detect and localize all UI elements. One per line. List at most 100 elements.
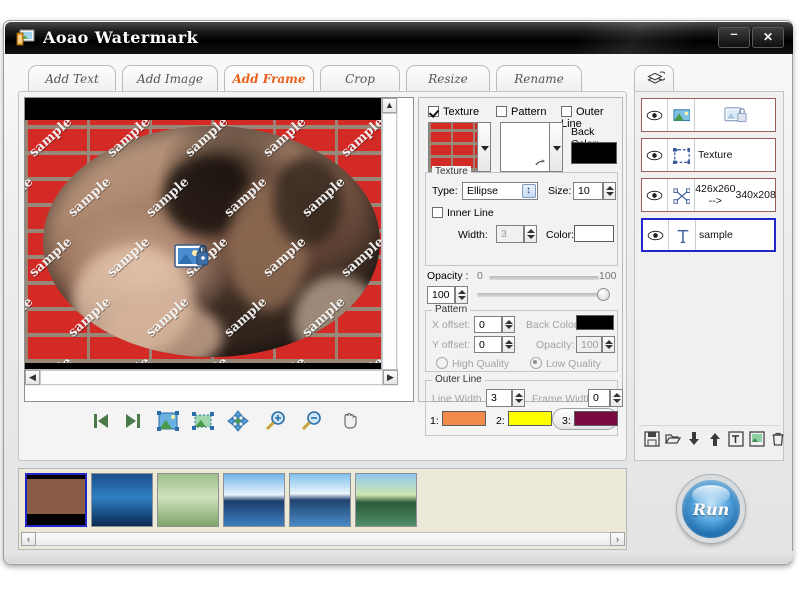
texture-dropdown-button[interactable] (478, 122, 491, 172)
line-width-input[interactable]: 3 (486, 389, 512, 407)
tab-crop[interactable]: Crop (320, 65, 400, 91)
y-offset-input[interactable]: 0 (474, 336, 502, 353)
pattern-checkbox-row[interactable]: Pattern (496, 106, 546, 118)
line-width-spinner[interactable] (512, 389, 525, 407)
run-button[interactable]: Run (677, 475, 745, 543)
title-bar: Aoao Watermark – ✕ (5, 22, 793, 54)
vertical-scroll-track[interactable] (382, 113, 397, 371)
zoom-in-button[interactable] (264, 409, 288, 433)
tab-add-text[interactable]: Add Text (28, 65, 116, 91)
inner-line-color-swatch[interactable] (574, 225, 614, 242)
pattern-checkbox[interactable] (496, 106, 507, 117)
y-offset-spinner[interactable] (502, 336, 515, 353)
minimize-button[interactable]: – (718, 26, 750, 48)
move-tool-button[interactable] (226, 409, 250, 433)
frame-width-input[interactable]: 0 (588, 389, 610, 407)
pan-tool-button[interactable] (338, 409, 362, 433)
inner-line-width-spinner[interactable] (524, 225, 537, 243)
texture-checkbox-row[interactable]: Texture (428, 106, 479, 118)
delete-layer-button[interactable] (770, 431, 786, 447)
locked-photo-icon (174, 244, 209, 268)
pattern-dropdown-button[interactable] (550, 122, 563, 172)
layer-item[interactable]: Texture (641, 138, 776, 172)
thumbnail-4[interactable] (223, 473, 285, 527)
watermark-text: sample (105, 355, 154, 363)
layer-visibility-eye-icon[interactable] (642, 139, 668, 171)
save-layers-button[interactable] (644, 431, 660, 447)
fit-image-button[interactable] (156, 409, 180, 433)
tab-add-frame[interactable]: Add Frame (224, 65, 314, 91)
tab-resize[interactable]: Resize (406, 65, 490, 91)
low-quality-radio[interactable] (530, 357, 542, 369)
first-image-button[interactable] (89, 409, 113, 433)
outer-line-checkbox[interactable] (561, 106, 572, 117)
scroll-right-button[interactable]: ▶ (383, 370, 398, 385)
thumbnail-1[interactable] (25, 473, 87, 527)
texture-type-combo[interactable]: Ellipse (462, 182, 538, 200)
add-text-layer-button[interactable] (728, 431, 744, 447)
thumbnail-2[interactable] (91, 473, 153, 527)
layer-visibility-eye-icon[interactable] (642, 99, 668, 131)
layer-item[interactable] (641, 98, 776, 132)
opacity-slider-track[interactable] (477, 293, 607, 297)
outer-line-color-2-swatch[interactable] (508, 411, 552, 426)
close-button[interactable]: ✕ (752, 27, 784, 48)
move-layer-down-button[interactable] (686, 431, 702, 447)
thumbnail-5[interactable] (289, 473, 351, 527)
filmstrip-scrollbar[interactable]: ‹ › (21, 532, 625, 546)
filmstrip-scroll-right-button[interactable]: › (610, 532, 625, 546)
preview-canvas[interactable]: sample sample sample sample sample sample samp… (25, 98, 398, 386)
layers-toolbar (639, 425, 784, 451)
low-quality-radio-row[interactable]: Low Quality (530, 357, 601, 370)
tab-rename[interactable]: Rename (496, 65, 582, 91)
opacity-value-spinner[interactable] (455, 286, 468, 304)
texture-preview-swatch[interactable] (428, 122, 478, 172)
preview-horizontal-scrollbar[interactable]: ◀ ▶ (25, 369, 398, 386)
pattern-opacity-spinner[interactable] (602, 336, 615, 353)
pattern-opacity-input[interactable]: 100 (576, 336, 602, 353)
texture-size-spinner[interactable] (603, 182, 616, 200)
run-area: Run (634, 468, 784, 550)
high-quality-radio-row[interactable]: High Quality (436, 357, 509, 370)
layer-visibility-eye-icon[interactable] (642, 179, 668, 211)
move-layer-up-button[interactable] (707, 431, 723, 447)
layers-list[interactable]: Texture 426x260 --> 340x208 sample (639, 96, 780, 421)
filmstrip-scroll-left-button[interactable]: ‹ (21, 532, 36, 546)
scroll-up-button[interactable]: ▲ (382, 98, 397, 113)
tab-add-image[interactable]: Add Image (122, 65, 218, 91)
texture-checkbox[interactable] (428, 106, 439, 117)
pattern-back-color-swatch[interactable] (576, 315, 614, 330)
add-image-layer-button[interactable] (749, 431, 765, 447)
thumbnail-3[interactable] (157, 473, 219, 527)
scroll-left-button[interactable]: ◀ (25, 370, 40, 385)
horizontal-scroll-track[interactable] (40, 370, 383, 385)
preview-vertical-scrollbar[interactable]: ▲ ▼ (381, 98, 398, 386)
fit-selection-button[interactable] (191, 409, 215, 433)
x-offset-input[interactable]: 0 (474, 316, 502, 333)
texture-type-dropdown-arrow[interactable] (522, 183, 536, 199)
inner-line-width-input[interactable]: 3 (496, 225, 524, 243)
tab-layers[interactable] (634, 65, 674, 91)
outer-line-color-1-swatch[interactable] (442, 411, 486, 426)
thumbnail-container[interactable] (21, 471, 625, 533)
pattern-back-color-label: Back Color: (526, 319, 581, 331)
layer-visibility-eye-icon[interactable] (643, 220, 669, 250)
frame-width-spinner[interactable] (610, 389, 623, 407)
inner-line-checkbox[interactable] (432, 207, 443, 218)
layer-item[interactable]: sample (641, 218, 776, 252)
zoom-out-button[interactable] (300, 409, 324, 433)
thumbnail-6[interactable] (355, 473, 417, 527)
back-color-swatch[interactable] (571, 142, 617, 164)
next-image-button[interactable] (121, 409, 145, 433)
inner-line-row[interactable]: Inner Line (432, 207, 494, 219)
high-quality-radio[interactable] (436, 357, 448, 369)
opacity-slider-thumb[interactable] (597, 288, 610, 301)
high-quality-label: High Quality (452, 358, 510, 370)
texture-size-input[interactable]: 10 (573, 182, 603, 200)
pattern-preview-swatch[interactable] (500, 122, 550, 172)
outer-line-color-3-swatch[interactable] (574, 411, 618, 426)
open-layers-button[interactable] (664, 431, 682, 447)
layer-item[interactable]: 426x260 --> 340x208 (641, 178, 776, 212)
opacity-value-input[interactable]: 100 (427, 286, 455, 304)
x-offset-spinner[interactable] (502, 316, 515, 333)
